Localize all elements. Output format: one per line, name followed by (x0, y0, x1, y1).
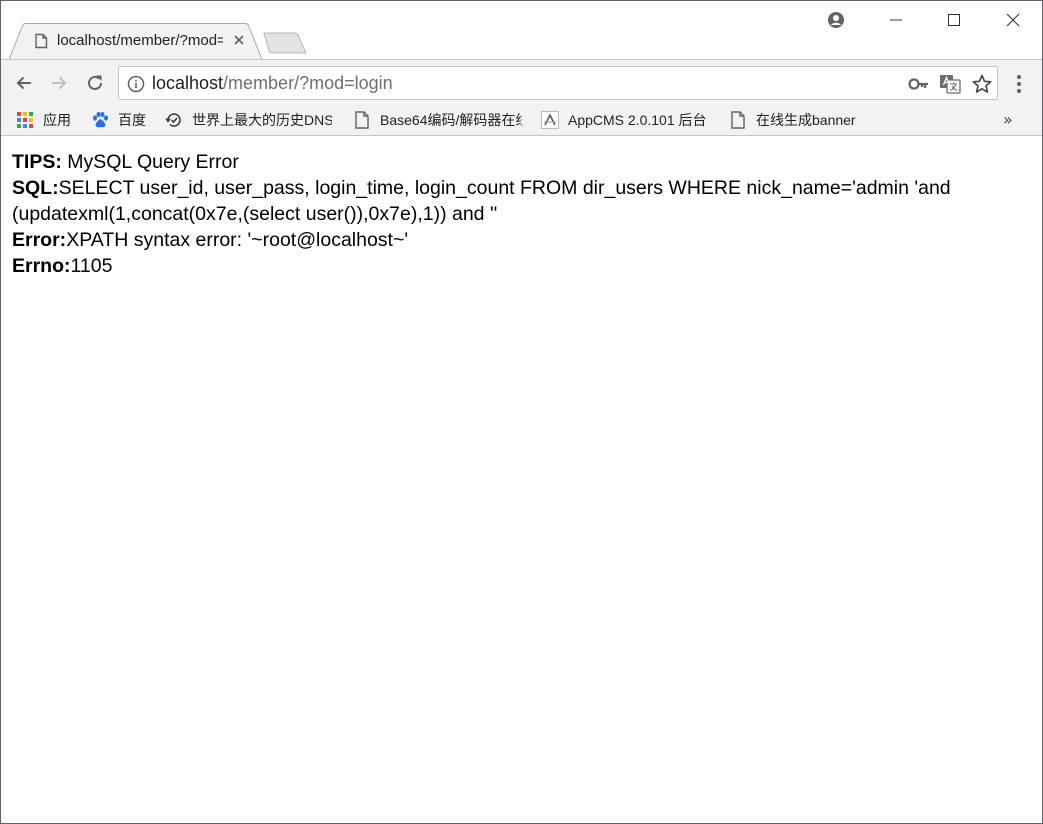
back-button[interactable] (10, 69, 38, 97)
baidu-paw-icon (91, 111, 109, 129)
info-icon[interactable] (127, 75, 145, 93)
url-path: /member/?mod=login (223, 73, 393, 93)
tab-close-icon[interactable] (231, 32, 247, 48)
bookmark-dns-history[interactable]: 世界上最大的历史DNS (165, 109, 332, 131)
bookmark-base64[interactable]: Base64编码/解码器在线 (353, 109, 522, 131)
key-icon[interactable] (908, 75, 930, 93)
browser-window: localhost/member/?mod=login (0, 0, 1043, 824)
maximize-button[interactable] (939, 7, 969, 33)
appcms-icon (541, 111, 559, 129)
forward-arrow-icon (52, 76, 67, 90)
error-line: Error:XPATH syntax error: '~root@localho… (12, 227, 1032, 253)
address-bar[interactable]: localhost/member/?mod=login (118, 66, 998, 100)
new-tab-button[interactable] (263, 32, 307, 54)
sql-label: SQL: (12, 177, 59, 199)
bookmark-label: AppCMS 2.0.101 后台 (568, 112, 707, 128)
tab-title: localhost/member/?mod=login (57, 32, 223, 49)
browser-toolbar: localhost/member/?mod=login (1, 59, 1042, 105)
bookmark-label: 百度 (118, 112, 146, 128)
back-arrow-icon (16, 76, 31, 90)
page-icon (353, 111, 371, 129)
forward-button[interactable] (45, 69, 73, 97)
bookmark-baidu[interactable]: 百度 (91, 109, 146, 131)
tips-line: TIPS: MySQL Query Error (12, 149, 1032, 175)
error-value: XPATH syntax error: '~root@localhost~' (66, 229, 409, 251)
more-bookmarks-chevron-icon[interactable]: » (1003, 110, 1013, 129)
profile-icon[interactable] (821, 7, 851, 33)
url-text[interactable]: localhost/member/?mod=login (152, 73, 393, 94)
page-icon (33, 33, 49, 49)
bookmark-label: 世界上最大的历史DNS (192, 112, 332, 128)
close-window-button[interactable] (998, 7, 1028, 33)
bookmark-label: Base64编码/解码器在线 (380, 112, 522, 128)
menu-icon[interactable] (1009, 72, 1029, 96)
active-tab[interactable]: localhost/member/?mod=login (9, 23, 263, 60)
errno-label: Errno: (12, 255, 71, 277)
bookmarks-bar: 应用 百度 世界上最大的历史DNS Base64编码/解码器在线 AppCMS … (1, 105, 1042, 136)
apps-grid-icon (16, 111, 34, 129)
bookmark-banner[interactable]: 在线生成banner (729, 109, 856, 131)
reload-icon (88, 75, 102, 90)
bookmark-star-icon[interactable] (971, 73, 993, 95)
history-icon (165, 111, 183, 129)
minimize-button[interactable] (881, 7, 911, 33)
errno-value: 1105 (70, 255, 113, 277)
tips-label: TIPS: (12, 151, 62, 173)
sql-value: SELECT user_id, user_pass, login_time, l… (12, 177, 951, 225)
reload-button[interactable] (81, 69, 109, 97)
bookmark-label: 应用 (43, 112, 71, 128)
page-content: TIPS: MySQL Query Error SQL:SELECT user_… (12, 149, 1032, 279)
bookmark-label: 在线生成banner (756, 112, 856, 128)
bookmark-appcms[interactable]: AppCMS 2.0.101 后台 (541, 109, 708, 131)
url-host: localhost (152, 73, 224, 93)
page-icon (729, 111, 747, 129)
bookmark-apps[interactable]: 应用 (16, 109, 71, 131)
sql-line: SQL:SELECT user_id, user_pass, login_tim… (12, 175, 1032, 227)
tips-value: MySQL Query Error (61, 151, 239, 173)
tab-strip: localhost/member/?mod=login (1, 1, 1042, 60)
translate-icon[interactable] (939, 74, 961, 94)
error-label: Error: (12, 229, 67, 251)
errno-line: Errno:1105 (12, 253, 1032, 279)
